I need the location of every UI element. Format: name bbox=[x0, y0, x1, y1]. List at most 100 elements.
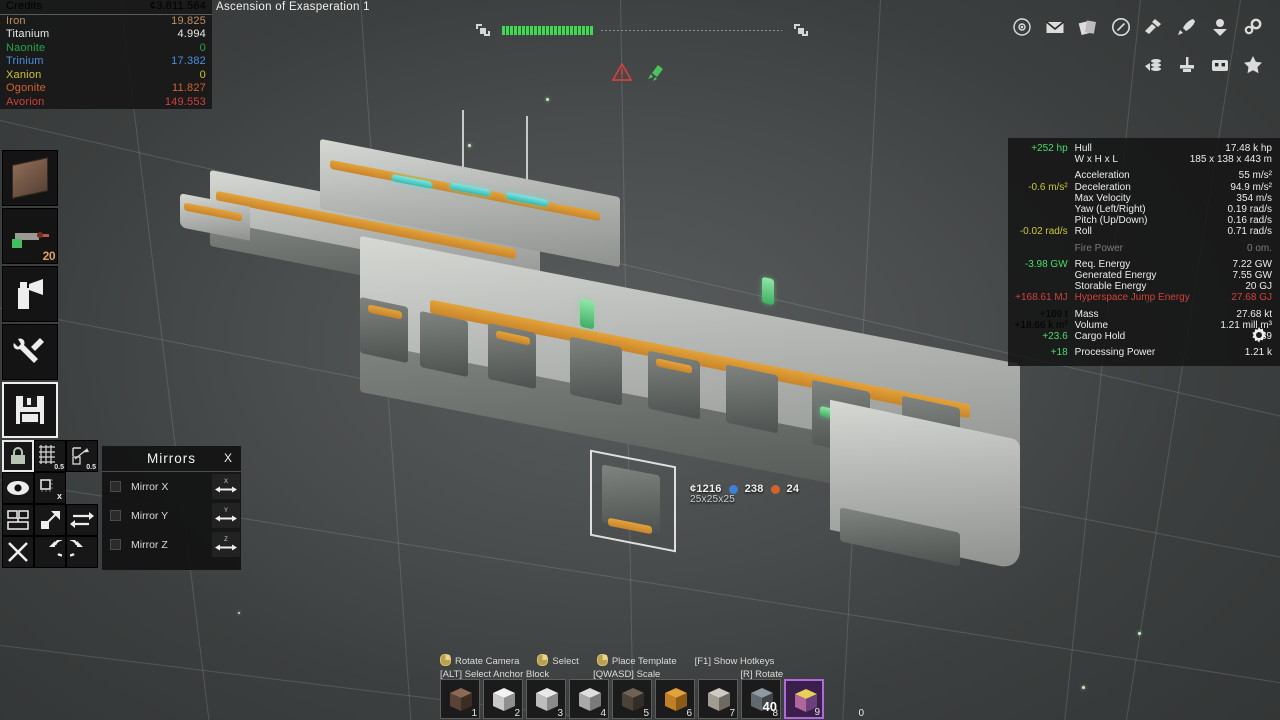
mirror-axis-arrow-icon[interactable]: Z bbox=[212, 532, 240, 557]
split-icon[interactable] bbox=[2, 504, 34, 536]
block-left-icon[interactable] bbox=[472, 19, 494, 41]
hotbar-slot-2[interactable]: 2 bbox=[483, 679, 523, 719]
block-secondary-value: 24 bbox=[786, 483, 800, 495]
star bbox=[1138, 632, 1141, 635]
scale-snap-icon[interactable]: 0.5 bbox=[66, 440, 98, 472]
mirror-checkbox[interactable] bbox=[110, 510, 121, 521]
warning-triangle-icon[interactable] bbox=[611, 62, 633, 86]
block-preview-cell[interactable] bbox=[2, 150, 58, 206]
mirror-row-y[interactable]: Mirror Y Y bbox=[102, 501, 241, 530]
health-segment bbox=[554, 25, 557, 35]
stat-value: 185 x 138 x 443 m bbox=[1189, 154, 1272, 166]
mirror-label: Mirror Z bbox=[131, 538, 168, 551]
mirror-axis-arrow-icon[interactable]: Y bbox=[212, 503, 240, 528]
stat-delta: -0.6 m/s² bbox=[1028, 181, 1068, 193]
hotbar-slot-9[interactable]: 9 bbox=[784, 679, 824, 719]
settings-icon[interactable] bbox=[1242, 16, 1264, 38]
mail-icon[interactable] bbox=[1044, 16, 1066, 38]
hull-glow bbox=[580, 298, 594, 330]
mirror-checkbox[interactable] bbox=[110, 481, 121, 492]
grid-snap-icon[interactable]: 0.5 bbox=[34, 440, 66, 472]
galaxy-map-icon[interactable] bbox=[1011, 16, 1033, 38]
resource-value: 17.382 bbox=[171, 55, 206, 67]
hotbar-slot-6[interactable]: 6 bbox=[655, 679, 695, 719]
stat-value: 354 m/s bbox=[1236, 192, 1272, 204]
health-segment bbox=[550, 25, 553, 35]
hull-module bbox=[570, 336, 622, 406]
hotbar-item-icon bbox=[579, 688, 601, 711]
hotbar-slot-number: 3 bbox=[557, 708, 563, 719]
hotbar-slot-1[interactable]: 1 bbox=[440, 679, 480, 719]
visibility-icon[interactable] bbox=[2, 472, 34, 504]
mirror-axis-arrow-icon[interactable]: X bbox=[212, 474, 240, 499]
hotbar-slot-number: 7 bbox=[729, 708, 735, 719]
ship-model[interactable] bbox=[170, 110, 1090, 660]
undo-icon[interactable] bbox=[34, 536, 66, 568]
hull-module bbox=[420, 310, 468, 378]
star-icon[interactable] bbox=[1242, 54, 1264, 76]
stat-delta bbox=[1012, 154, 1075, 165]
stats-row: +23.6Cargo Hold189 bbox=[1012, 331, 1272, 342]
gear-icon[interactable] bbox=[1248, 325, 1270, 347]
save-cell[interactable] bbox=[2, 382, 58, 438]
hotkey-hint: Select bbox=[537, 654, 579, 669]
stat-value: 0 om. bbox=[1246, 242, 1272, 254]
stats-row: Fire Power 0 om. bbox=[1012, 243, 1272, 254]
hotbar-slot-3[interactable]: 3 bbox=[526, 679, 566, 719]
mirror-row-z[interactable]: Mirror Z Z bbox=[102, 530, 241, 559]
close-icon[interactable]: X bbox=[224, 451, 233, 465]
flip-icon[interactable] bbox=[66, 504, 98, 536]
delete-icon[interactable] bbox=[2, 536, 34, 568]
resource-value: 0 bbox=[199, 41, 206, 54]
thruster-icon[interactable] bbox=[646, 63, 666, 86]
resource-value: 0 bbox=[199, 68, 206, 81]
stat-delta: +169 t bbox=[1039, 308, 1068, 320]
redo-icon[interactable] bbox=[66, 536, 98, 568]
health-segment bbox=[574, 25, 577, 35]
mirrors-window[interactable]: Mirrors X Mirror X X Mirror Y Y Mirror Z Z bbox=[102, 446, 241, 570]
stat-value: 1.21 k bbox=[1244, 347, 1272, 359]
hotbar-slot-5[interactable]: 5 bbox=[612, 679, 652, 719]
mouse-right-icon bbox=[440, 654, 451, 669]
build-hammer-icon[interactable] bbox=[1143, 16, 1165, 38]
stats-row: W x H x L 185 x 138 x 443 m bbox=[1012, 154, 1272, 165]
resource-value: 4.994 bbox=[177, 28, 206, 40]
player-icon[interactable] bbox=[1209, 16, 1231, 38]
hotkey-label: Select bbox=[552, 656, 579, 667]
turret-cell[interactable]: 20 bbox=[2, 208, 58, 264]
lock-icon[interactable] bbox=[2, 440, 34, 472]
hotbar-slot-8[interactable]: 40 8 bbox=[741, 679, 781, 719]
stat-delta: -3.98 GW bbox=[1024, 258, 1068, 270]
stats-row: -0.6 m/s² Deceleration 94.9 m/s² bbox=[1012, 182, 1272, 193]
stat-value: 27.68 GJ bbox=[1231, 292, 1272, 304]
stat-delta bbox=[1012, 243, 1075, 254]
hotbar-slot-7[interactable]: 7 bbox=[698, 679, 738, 719]
health-segment bbox=[578, 25, 581, 35]
ship-icon[interactable] bbox=[1176, 16, 1198, 38]
stat-label: Hyperspace Jump Energy bbox=[1074, 292, 1190, 304]
stat-label: Cargo Hold bbox=[1074, 331, 1126, 343]
deselect-icon[interactable]: x bbox=[34, 472, 66, 504]
stat-value: 0.71 rad/s bbox=[1227, 226, 1272, 238]
hotbar-item-icon bbox=[493, 688, 515, 711]
mirror-checkbox[interactable] bbox=[110, 539, 121, 550]
tools-cell[interactable] bbox=[2, 324, 58, 380]
health-segment bbox=[546, 25, 549, 35]
stat-label: Mass bbox=[1074, 308, 1099, 320]
hotbar-slot-number: 6 bbox=[686, 708, 692, 719]
stats-row: +18 Processing Power 1.21 k bbox=[1012, 347, 1272, 358]
hotbar-slot-4[interactable]: 4 bbox=[569, 679, 609, 719]
mouse-left-icon bbox=[537, 654, 549, 669]
block-right-icon[interactable] bbox=[790, 19, 812, 41]
resize-icon[interactable] bbox=[34, 504, 66, 536]
robot-icon[interactable] bbox=[1209, 54, 1231, 76]
hotbar-slot-0[interactable]: 0 bbox=[827, 679, 867, 719]
paint-tool-cell[interactable] bbox=[2, 266, 58, 322]
hull-module bbox=[726, 364, 778, 434]
mirror-row-x[interactable]: Mirror X X bbox=[102, 472, 241, 501]
money-icon[interactable] bbox=[1143, 54, 1165, 76]
cards-icon[interactable] bbox=[1077, 16, 1099, 38]
compass-icon[interactable] bbox=[1110, 16, 1132, 38]
resource-label: Xanion bbox=[6, 68, 42, 81]
turret-icon[interactable] bbox=[1176, 54, 1198, 76]
